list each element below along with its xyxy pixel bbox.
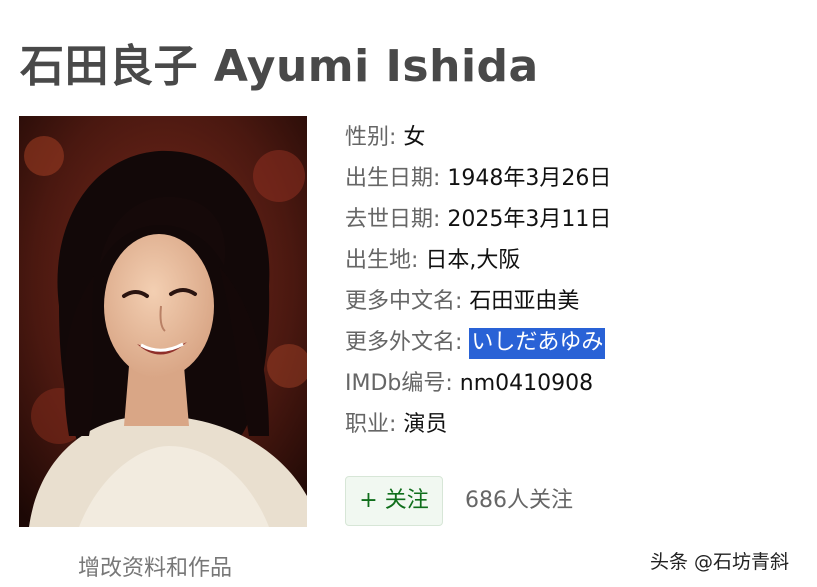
info-row-imdb-id: IMDb编号: nm0410908 <box>345 363 611 404</box>
info-row-birth-date: 出生日期: 1948年3月26日 <box>345 158 611 199</box>
info-label: 去世日期: <box>345 207 441 232</box>
follow-button[interactable]: + 关注 <box>345 476 443 526</box>
info-row-foreign-names: 更多外文名: いしだあゆみ <box>345 322 611 363</box>
info-row-chinese-names: 更多中文名: 石田亚由美 <box>345 281 611 322</box>
info-row-occupation: 职业: 演员 <box>345 404 611 445</box>
info-value: nm0410908 <box>459 371 594 396</box>
info-label: 更多中文名: <box>345 289 463 314</box>
profile-photo <box>19 116 307 527</box>
info-label: 性别: <box>345 125 397 150</box>
info-label: 出生日期: <box>345 166 441 191</box>
watermark-text: 头条 @石坊青斜 <box>650 551 790 573</box>
info-row-birthplace: 出生地: 日本,大阪 <box>345 240 611 281</box>
info-row-death-date: 去世日期: 2025年3月11日 <box>345 199 611 240</box>
selected-text[interactable]: いしだあゆみ <box>469 328 606 359</box>
page-title: 石田良子 Ayumi Ishida <box>20 41 539 92</box>
info-label: 职业: <box>345 412 397 437</box>
edit-info-link[interactable]: 增改资料和作品 <box>78 550 232 582</box>
follower-count: 686人关注 <box>465 488 573 513</box>
info-label: 更多外文名: <box>345 330 463 355</box>
info-value: 1948年3月26日 <box>447 166 612 191</box>
info-value: 2025年3月11日 <box>447 207 612 232</box>
info-row-gender: 性别: 女 <box>345 117 611 158</box>
info-value: 演员 <box>403 412 448 437</box>
info-value: 日本,大阪 <box>425 248 521 273</box>
info-label: IMDb编号: <box>345 371 453 396</box>
profile-info-list: 性别: 女 出生日期: 1948年3月26日 去世日期: 2025年3月11日 … <box>345 117 611 445</box>
info-value: 女 <box>403 125 426 150</box>
info-value: 石田亚由美 <box>469 289 580 314</box>
info-label: 出生地: <box>345 248 419 273</box>
